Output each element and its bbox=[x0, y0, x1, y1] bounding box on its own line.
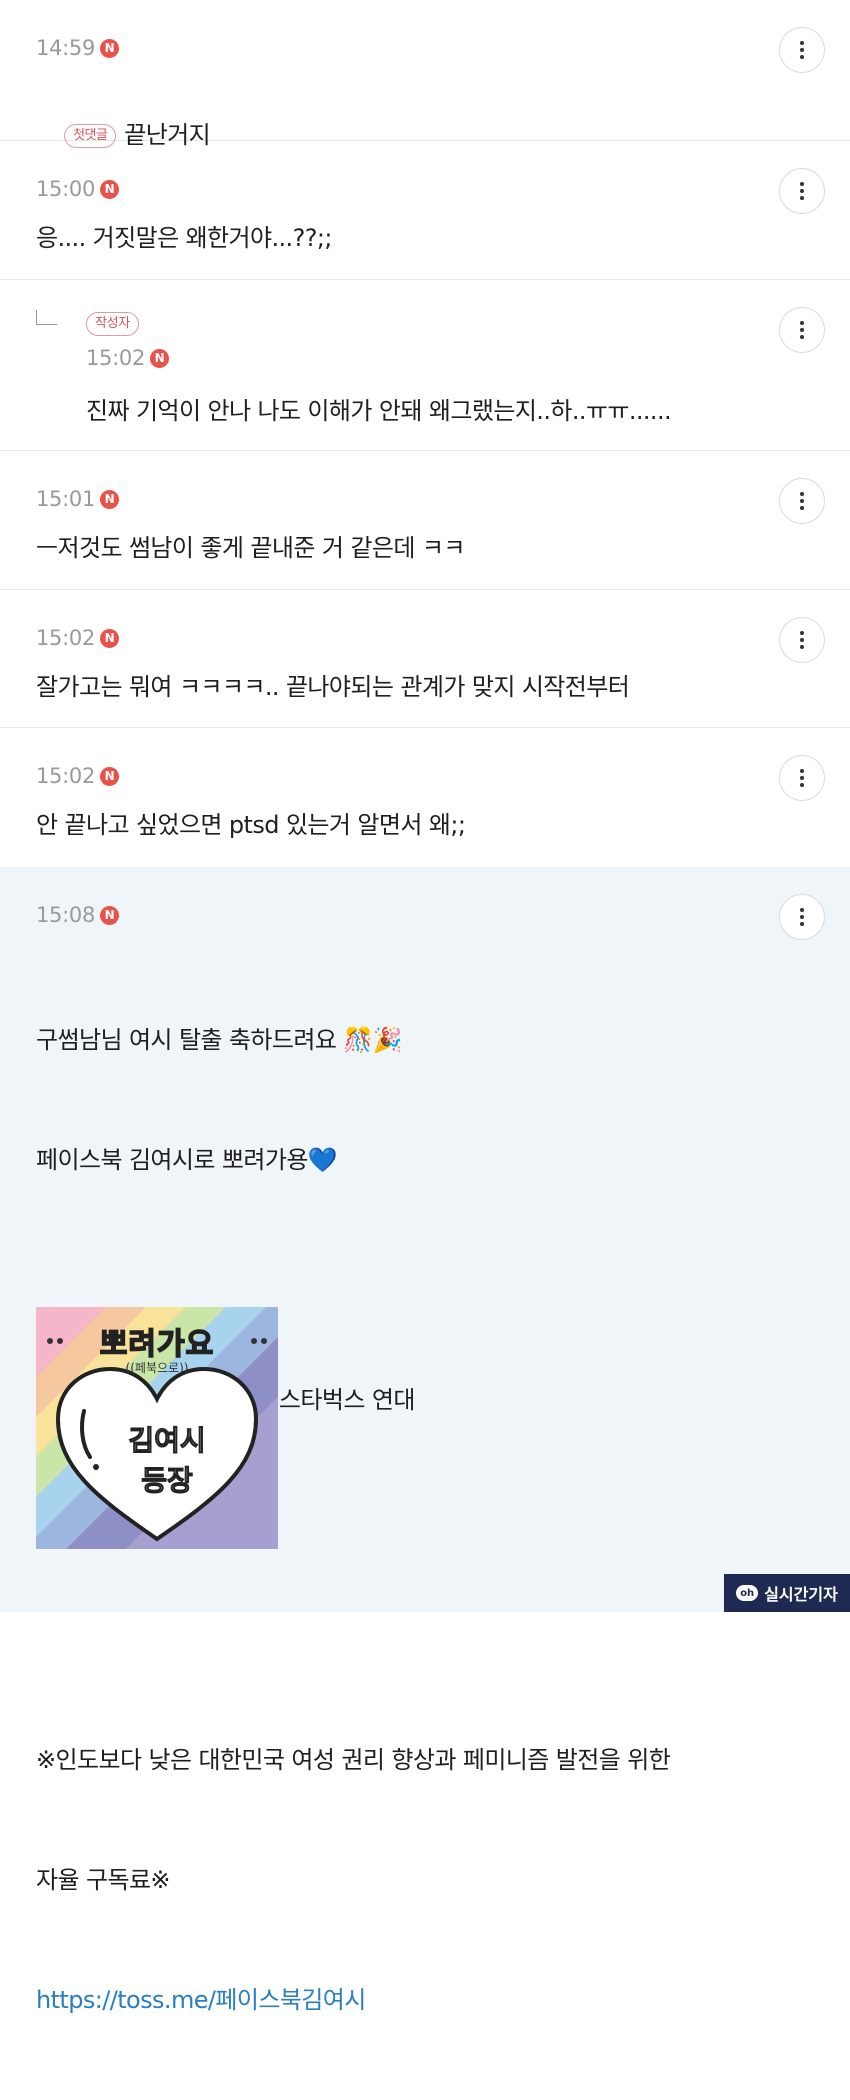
comment-time: 15:00 bbox=[36, 177, 96, 201]
comment-item: 15:01 N ㅡ저것도 썸남이 좋게 끝내준 거 같은데 ㅋㅋ bbox=[0, 451, 850, 590]
new-badge-icon: N bbox=[100, 489, 120, 509]
watermark-label: 실시간기자 bbox=[764, 1585, 838, 1604]
new-badge-icon: N bbox=[150, 348, 170, 368]
comment-line: ※인도보다 낮은 대한민국 여성 권리 향상과 페미니즘 발전을 위한 bbox=[36, 1746, 671, 1774]
comment-item: 15:02 N 잘가고는 뭐여 ㅋㅋㅋㅋ.. 끝나야되는 관계가 맞지 시작전부… bbox=[0, 590, 850, 728]
author-tag: 작성자 bbox=[86, 312, 139, 336]
comment-text: 진짜 기억이 안나 나도 이해가 안돼 왜그랬는지..하..ㅠㅠ...... bbox=[86, 397, 672, 425]
new-badge-icon: N bbox=[100, 38, 120, 58]
reply-arrow-icon bbox=[36, 310, 57, 325]
comment-time: 15:02 bbox=[36, 626, 96, 650]
comment-time: 14:59 bbox=[36, 36, 96, 60]
more-vertical-icon bbox=[800, 631, 804, 635]
more-options-button[interactable] bbox=[779, 307, 825, 353]
more-options-button[interactable] bbox=[779, 478, 825, 524]
sticker-subtitle: ((페북으로)) bbox=[125, 1361, 189, 1375]
more-options-button[interactable] bbox=[779, 894, 825, 940]
more-vertical-icon bbox=[800, 182, 804, 186]
comment-item: 15:02 N 안 끝나고 싶었으면 ptsd 있는거 알면서 왜;; bbox=[0, 728, 850, 867]
more-vertical-icon bbox=[800, 321, 804, 325]
new-badge-icon: N bbox=[100, 766, 120, 786]
comment-line: 페이스북 김여시로 뽀려가용💙 bbox=[36, 1146, 338, 1174]
comment-item: 14:59 N 첫댓글 끝난거지 bbox=[0, 0, 850, 149]
reply-item: 작성자 15:02 N 진짜 기억이 안나 나도 이해가 안돼 왜그랬는지..하… bbox=[0, 280, 850, 451]
comment-meta: 15:00 N bbox=[36, 177, 120, 201]
comment-meta: 14:59 N bbox=[36, 36, 120, 60]
more-vertical-icon bbox=[800, 908, 804, 912]
comment-item: 15:00 N 응.... 거짓말은 왜한거야...??;; bbox=[0, 141, 850, 280]
comment-time: 15:02 bbox=[36, 764, 96, 788]
comment-meta: 15:02 N bbox=[36, 764, 120, 788]
sticker-heart-line1: 김여시 bbox=[128, 1424, 206, 1458]
toss-link[interactable]: https://toss.me/페이스북김여시 bbox=[36, 1980, 670, 2020]
new-badge-icon: N bbox=[100, 628, 120, 648]
watermark-logo-icon: oh bbox=[736, 1585, 759, 1601]
more-vertical-icon bbox=[800, 769, 804, 773]
more-options-button[interactable] bbox=[779, 168, 825, 214]
comment-line bbox=[36, 1260, 670, 1300]
watermark-badge: oh 실시간기자 bbox=[724, 1574, 850, 1612]
more-vertical-icon bbox=[800, 41, 804, 45]
comment-text: ㅡ저것도 썸남이 좋게 끝내준 거 같은데 ㅋㅋ bbox=[36, 534, 465, 562]
comment-meta: 15:02 N bbox=[86, 346, 170, 370]
new-badge-icon: N bbox=[100, 905, 120, 925]
more-vertical-icon bbox=[800, 492, 804, 496]
comment-time: 15:02 bbox=[86, 346, 146, 370]
highlighted-comment-item: 15:08 N 구썸남님 여시 탈출 축하드려요 🎊🎉 페이스북 김여시로 뽀려… bbox=[0, 867, 850, 2014]
comment-line: 자율 구독료※ bbox=[36, 1866, 171, 1894]
more-options-button[interactable] bbox=[779, 755, 825, 801]
comment-text: 응.... 거짓말은 왜한거야...??;; bbox=[36, 224, 332, 252]
more-options-button[interactable] bbox=[779, 617, 825, 663]
comment-time: 15:01 bbox=[36, 487, 96, 511]
comment-meta: 15:02 N bbox=[36, 626, 120, 650]
comment-time: 15:08 bbox=[36, 903, 96, 927]
author-tag-row: 작성자 bbox=[86, 312, 147, 336]
comment-meta: 15:01 N bbox=[36, 487, 120, 511]
comment-line: 구썸남님 여시 탈출 축하드려요 🎊🎉 bbox=[36, 1026, 403, 1054]
promo-sticker-image: 뽀려가요 ((페북으로)) 김여시 등장 bbox=[36, 1307, 278, 1549]
comment-text: 잘가고는 뭐여 ㅋㅋㅋㅋ.. 끝나야되는 관계가 맞지 시작전부터 bbox=[36, 673, 630, 701]
comment-text: 안 끝나고 싶었으면 ptsd 있는거 알면서 왜;; bbox=[36, 811, 466, 839]
comment-meta: 15:08 N bbox=[36, 903, 120, 927]
new-badge-icon: N bbox=[100, 179, 120, 199]
more-options-button[interactable] bbox=[779, 27, 825, 73]
sticker-heart-line2: 등장 bbox=[141, 1464, 194, 1498]
sticker-title: 뽀려가요 bbox=[99, 1326, 215, 1363]
comment-line bbox=[36, 1620, 670, 1660]
